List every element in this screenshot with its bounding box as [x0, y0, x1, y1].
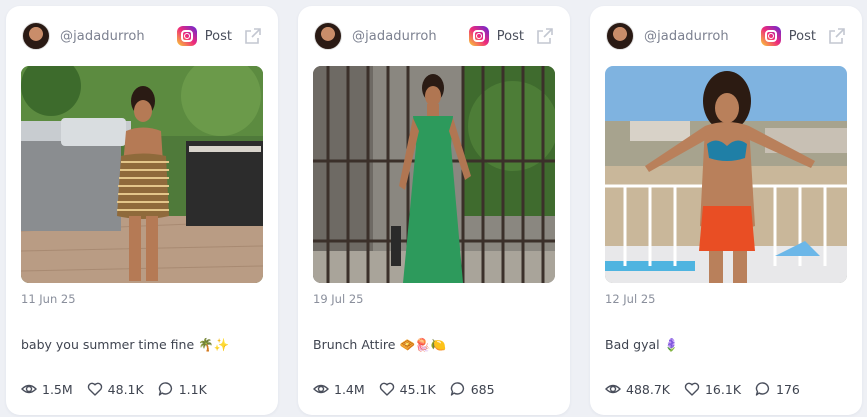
post-stats: 1.5M 48.1K 1.1K: [21, 381, 221, 397]
likes-count: 48.1K: [107, 381, 144, 397]
post-card[interactable]: @jadadurroh Post: [6, 6, 278, 415]
eye-icon: [21, 384, 37, 394]
views-count: 488.7K: [626, 381, 670, 397]
likes-stat: 45.1K: [379, 381, 436, 397]
instagram-icon: [176, 26, 197, 46]
post-stats: 488.7K 16.1K 176: [605, 381, 814, 397]
views-count: 1.4M: [334, 381, 365, 397]
eye-icon: [313, 384, 329, 394]
instagram-icon: [468, 26, 489, 46]
post-type-label: Post: [204, 28, 232, 44]
views-stat: 488.7K: [605, 381, 670, 397]
views-count: 1.5M: [42, 381, 73, 397]
post-date: 19 Jul 25: [313, 292, 364, 306]
heart-icon: [379, 382, 394, 396]
likes-count: 45.1K: [399, 381, 436, 397]
card-header: @jadadurroh Post: [314, 21, 554, 51]
comments-count: 685: [470, 381, 495, 397]
post-image[interactable]: [605, 66, 847, 283]
external-link-icon[interactable]: [536, 27, 554, 45]
external-link-icon[interactable]: [828, 27, 846, 45]
post-type-label: Post: [788, 28, 816, 44]
comments-stat: 685: [450, 381, 495, 397]
post-card[interactable]: @jadadurroh Post: [590, 6, 862, 415]
heart-icon: [684, 382, 700, 396]
likes-stat: 16.1K: [684, 381, 741, 397]
comments-stat: 176: [755, 381, 800, 397]
avatar[interactable]: [314, 22, 342, 50]
post-grid: @jadadurroh Post 11 Jun 25 baby you summ…: [6, 6, 862, 415]
comment-icon: [450, 382, 464, 396]
heart-icon: [87, 382, 102, 396]
post-caption: Brunch Attire 🧇🪼🍋: [313, 337, 447, 352]
post-card[interactable]: @jadadurroh Post: [298, 6, 570, 415]
instagram-icon: [760, 26, 781, 46]
eye-icon: [605, 384, 621, 394]
post-type-label: Post: [496, 28, 524, 44]
comments-count: 176: [776, 381, 800, 397]
username[interactable]: @jadadurroh: [60, 29, 145, 44]
likes-count: 16.1K: [704, 381, 742, 397]
card-header: @jadadurroh Post: [606, 21, 846, 51]
views-stat: 1.4M: [313, 381, 365, 397]
card-header: @jadadurroh Post: [22, 21, 262, 51]
views-stat: 1.5M: [21, 381, 73, 397]
post-image[interactable]: [21, 66, 263, 283]
username[interactable]: @jadadurroh: [644, 29, 729, 44]
likes-stat: 48.1K: [87, 381, 144, 397]
post-stats: 1.4M 45.1K 685: [313, 381, 509, 397]
post-image[interactable]: [313, 66, 555, 283]
username[interactable]: @jadadurroh: [352, 29, 437, 44]
external-link-icon[interactable]: [244, 27, 262, 45]
post-date: 12 Jul 25: [605, 292, 656, 306]
comment-icon: [158, 382, 172, 396]
comments-stat: 1.1K: [158, 381, 207, 397]
comment-icon: [755, 382, 770, 396]
avatar[interactable]: [606, 22, 634, 50]
comments-count: 1.1K: [178, 381, 207, 397]
post-caption: Bad gyal 🪻: [605, 337, 680, 352]
post-date: 11 Jun 25: [21, 292, 76, 306]
post-caption: baby you summer time fine 🌴✨: [21, 337, 230, 352]
avatar[interactable]: [22, 22, 50, 50]
